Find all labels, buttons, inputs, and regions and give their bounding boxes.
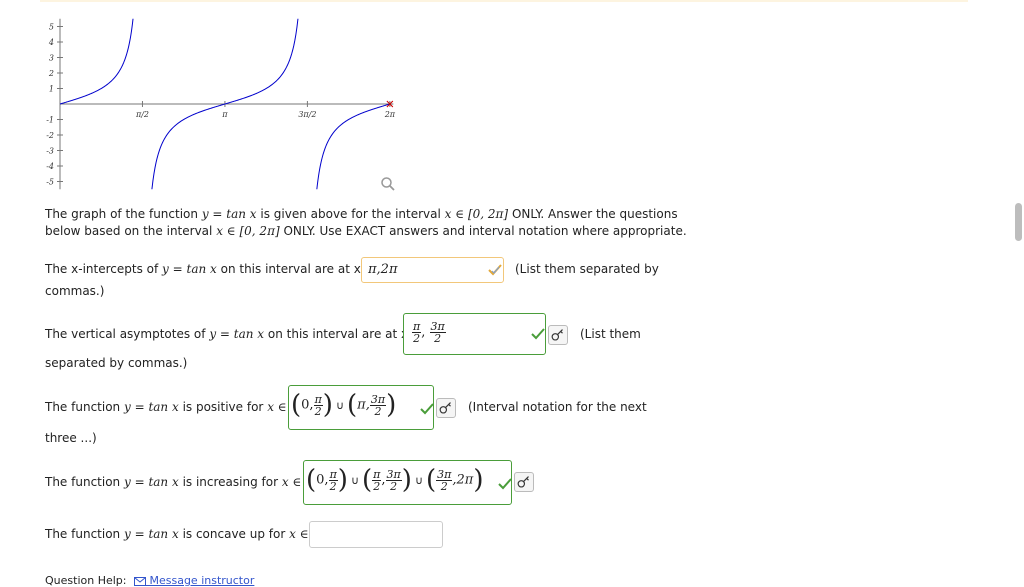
q3-hint: (Interval notation for the next: [468, 400, 647, 414]
q3-prompt: The function y = tan x is positive for x…: [45, 399, 287, 416]
q4-answer-field[interactable]: (0, π 2) ∪(π 2, 3π 2) ∪(3π 2,2π): [303, 460, 512, 505]
q1-hint: (List them separated by: [515, 262, 659, 276]
x-tick-label: π/2: [135, 110, 149, 119]
intro-text: ONLY. Answer the questions: [511, 207, 678, 221]
question-help: Question Help: Message instructor: [45, 574, 254, 587]
q4-text: The function: [45, 475, 121, 489]
q3-text: The function: [45, 400, 121, 414]
q5-text: The function: [45, 527, 121, 541]
q3-text: is positive for: [182, 400, 264, 414]
y-tick-label: -4: [46, 162, 54, 171]
q2-fraction: 3π 2: [429, 320, 446, 345]
q1-prompt: The x-intercepts of y = tan x on this in…: [45, 261, 375, 278]
intro-interval: x ∈ [0, 2π]: [444, 207, 509, 221]
tangent-graph: 5 4 3 2 1 -1 -2 -3 -4 -5 π/2 π 3π/2 2π: [46, 18, 396, 190]
y-tick-label: 4: [48, 38, 54, 47]
q3-variable: x ∈: [267, 400, 287, 414]
q2-prompt: The vertical asymptotes of y = tan x on …: [45, 326, 422, 343]
y-tick-label: -5: [46, 178, 54, 187]
x-axis: π/2 π 3π/2 2π: [60, 101, 396, 119]
q1-text: on this interval are at x =: [220, 262, 375, 276]
x-tick-label: 3π/2: [298, 110, 316, 119]
intro-equation: y = tan x: [201, 207, 257, 221]
intro-text: is given above for the interval: [260, 207, 441, 221]
intro-text: below based on the interval: [45, 224, 213, 238]
correct-check-icon: [498, 478, 512, 490]
q2-answer-value: π2, 3π 2: [412, 321, 446, 344]
y-tick-label: 1: [49, 85, 54, 94]
q4-answer-value: (0, π 2) ∪(π 2, 3π 2) ∪(3π 2,2π): [306, 465, 484, 495]
q2-hint-cont: separated by commas.): [45, 356, 188, 370]
view-key-button[interactable]: [436, 398, 456, 418]
mail-icon: [133, 576, 146, 586]
q5-text: is concave up for: [182, 527, 286, 541]
q3-answer-field[interactable]: (0, π 2) ∪ (π, 3π 2): [288, 385, 434, 430]
q3-equation: y = tan x: [123, 400, 179, 414]
help-label: Question Help:: [45, 574, 127, 587]
key-icon: [439, 402, 451, 414]
q1-answer-value: π,2π: [368, 262, 398, 277]
q2-separator: ,: [421, 325, 426, 340]
y-tick-label: 5: [49, 23, 54, 32]
scrollbar-thumb[interactable]: [1015, 203, 1022, 241]
q2-hint: (List them: [580, 327, 641, 341]
message-instructor-link[interactable]: Message instructor: [133, 574, 254, 587]
x-tick-label: π: [221, 110, 228, 119]
q4-equation: y = tan x: [123, 475, 179, 489]
q2-fraction: π2: [412, 320, 422, 345]
q1-text: The x-intercepts of: [45, 262, 159, 276]
q2-answer-field[interactable]: π2, 3π 2: [403, 313, 546, 355]
top-border: [40, 0, 968, 2]
intro-line-1: The graph of the function y = tan x is g…: [45, 206, 678, 223]
q5-prompt: The function y = tan x is concave up for…: [45, 526, 309, 543]
q1-equation: y = tan x: [162, 262, 217, 276]
q1-answer-field[interactable]: π,2π: [361, 257, 504, 283]
key-icon: [551, 329, 563, 341]
view-key-button[interactable]: [514, 472, 534, 492]
q4-variable: x ∈: [281, 475, 302, 489]
q2-equation: y = tan x: [209, 327, 265, 341]
q5-variable: x ∈: [289, 527, 309, 541]
x-tick-label: 2π: [384, 110, 396, 119]
y-tick-label: -2: [46, 131, 54, 140]
q3-hint-cont: three ...): [45, 431, 97, 445]
q5-answer-field[interactable]: [309, 521, 443, 548]
q2-text: The vertical asymptotes of: [45, 327, 206, 341]
q2-text: on this interval are at x =: [267, 327, 422, 341]
q1-hint-cont: commas.): [45, 284, 105, 298]
y-tick-label: -3: [46, 147, 54, 156]
magnify-icon[interactable]: [380, 176, 396, 192]
q5-equation: y = tan x: [123, 527, 179, 541]
tan-branch: [316, 103, 391, 190]
intro-text: The graph of the function: [45, 207, 198, 221]
intro-text: ONLY. Use EXACT answers and interval not…: [283, 224, 687, 238]
correct-check-icon: [531, 328, 545, 340]
q3-answer-value: (0, π 2) ∪ (π, 3π 2): [291, 390, 397, 420]
key-icon: [517, 476, 529, 488]
y-tick-label: -1: [46, 116, 54, 125]
correct-check-icon: [420, 403, 434, 415]
view-key-button[interactable]: [548, 325, 568, 345]
pending-check-icon: [488, 264, 502, 276]
tan-branch: [59, 18, 134, 105]
q4-prompt: The function y = tan x is increasing for…: [45, 474, 301, 491]
intro-interval: x ∈ [0, 2π]: [216, 224, 280, 238]
y-tick-label: 3: [49, 54, 54, 63]
q4-text: is increasing for: [182, 475, 279, 489]
y-tick-label: 2: [48, 69, 54, 78]
intro-line-2: below based on the interval x ∈ [0, 2π] …: [45, 223, 687, 240]
